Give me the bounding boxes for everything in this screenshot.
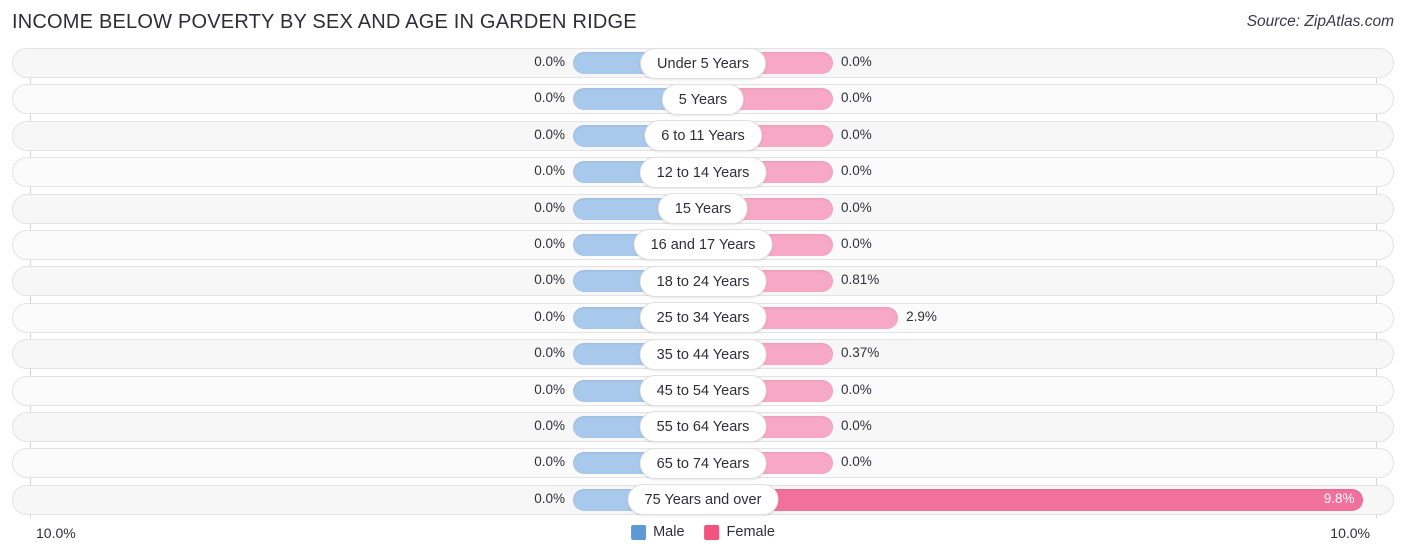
chart-row: 0.0% 0.0% 45 to 54 Years bbox=[12, 373, 1394, 409]
value-label-male: 0.0% bbox=[534, 417, 565, 433]
legend-label-female: Female bbox=[726, 524, 775, 540]
bar-female[interactable] bbox=[703, 488, 1363, 511]
value-label-male: 0.0% bbox=[534, 454, 565, 470]
value-label-female: 0.37% bbox=[841, 345, 880, 361]
chart-row: 0.0% 0.37% 35 to 44 Years bbox=[12, 336, 1394, 372]
value-label-male: 0.0% bbox=[534, 272, 565, 288]
category-label[interactable]: 12 to 14 Years bbox=[639, 156, 767, 188]
value-label-male: 0.0% bbox=[534, 54, 565, 69]
chart-row: 0.0% 0.0% 16 and 17 Years bbox=[12, 227, 1394, 263]
chart-plot-area: 0.0% 0.0% Under 5 Years 0.0% 0.0% 5 Years 0.0%… bbox=[0, 45, 1406, 519]
axis-label-left: 10.0% bbox=[36, 525, 76, 541]
value-label-female: 0.0% bbox=[841, 90, 872, 106]
category-label[interactable]: 45 to 54 Years bbox=[639, 375, 767, 407]
chart-row: 0.0% 0.0% 6 to 11 Years bbox=[12, 118, 1394, 154]
source-attribution: Source: ZipAtlas.com bbox=[1246, 13, 1394, 30]
axis-label-right: 10.0% bbox=[1330, 525, 1370, 541]
category-label[interactable]: 75 Years and over bbox=[627, 484, 779, 516]
category-label[interactable]: 6 to 11 Years bbox=[644, 120, 762, 152]
value-label-female: 0.0% bbox=[841, 417, 872, 433]
value-label-female: 0.0% bbox=[841, 54, 872, 69]
chart-row: 0.0% 9.8% 75 Years and over bbox=[12, 482, 1394, 518]
chart-footer: 10.0% 10.0% Male Female bbox=[0, 519, 1406, 559]
value-label-male: 0.0% bbox=[534, 199, 565, 215]
value-label-female: 0.0% bbox=[841, 126, 872, 142]
category-label[interactable]: 65 to 74 Years bbox=[639, 447, 767, 479]
legend-label-male: Male bbox=[653, 524, 685, 540]
category-label[interactable]: 55 to 64 Years bbox=[639, 411, 767, 443]
chart-row: 0.0% 0.0% Under 5 Years bbox=[12, 45, 1394, 81]
value-label-female: 0.81% bbox=[841, 272, 880, 288]
value-label-male: 0.0% bbox=[534, 126, 565, 142]
chart-row: 0.0% 0.0% 55 to 64 Years bbox=[12, 409, 1394, 445]
value-label-female: 0.0% bbox=[841, 199, 872, 215]
value-label-female: 0.0% bbox=[841, 454, 872, 470]
chart-row: 0.0% 0.0% 12 to 14 Years bbox=[12, 154, 1394, 190]
page-title: Income Below Poverty by Sex and Age in G… bbox=[12, 11, 637, 33]
page-header: Income Below Poverty by Sex and Age in G… bbox=[0, 0, 1406, 45]
chart-row: 0.0% 0.0% 5 Years bbox=[12, 81, 1394, 117]
category-label[interactable]: 15 Years bbox=[657, 193, 749, 225]
legend-item-male[interactable]: Male bbox=[631, 524, 685, 540]
value-label-male: 0.0% bbox=[534, 490, 565, 506]
category-label[interactable]: 16 and 17 Years bbox=[633, 229, 773, 261]
legend-item-female[interactable]: Female bbox=[704, 524, 775, 540]
value-label-male: 0.0% bbox=[534, 90, 565, 106]
category-label[interactable]: 18 to 24 Years bbox=[639, 265, 767, 297]
value-label-male: 0.0% bbox=[534, 308, 565, 324]
category-label[interactable]: 35 to 44 Years bbox=[639, 338, 767, 370]
value-label-male: 0.0% bbox=[534, 381, 565, 397]
chart-legend: Male Female bbox=[631, 524, 775, 540]
value-label-male: 0.0% bbox=[534, 235, 565, 251]
category-label[interactable]: 25 to 34 Years bbox=[639, 302, 767, 334]
chart-row: 0.0% 0.0% 15 Years bbox=[12, 191, 1394, 227]
chart-row: 0.0% 2.9% 25 to 34 Years bbox=[12, 300, 1394, 336]
value-label-female: 2.9% bbox=[906, 308, 937, 324]
value-label-male: 0.0% bbox=[534, 163, 565, 179]
chart-rows: 0.0% 0.0% Under 5 Years 0.0% 0.0% 5 Years 0.0%… bbox=[0, 45, 1406, 518]
category-label[interactable]: Under 5 Years bbox=[640, 47, 766, 79]
value-label-male: 0.0% bbox=[534, 345, 565, 361]
chart-row: 0.0% 0.0% 65 to 74 Years bbox=[12, 445, 1394, 481]
legend-swatch-female-icon bbox=[704, 524, 720, 540]
value-label-female: 0.0% bbox=[841, 163, 872, 179]
value-label-female: 0.0% bbox=[841, 235, 872, 251]
legend-swatch-male-icon bbox=[631, 524, 647, 540]
chart-row: 0.0% 0.81% 18 to 24 Years bbox=[12, 263, 1394, 299]
value-label-female: 0.0% bbox=[841, 381, 872, 397]
chart-page: Income Below Poverty by Sex and Age in G… bbox=[0, 0, 1406, 559]
value-label-female: 9.8% bbox=[1323, 490, 1355, 506]
category-label[interactable]: 5 Years bbox=[661, 83, 745, 115]
